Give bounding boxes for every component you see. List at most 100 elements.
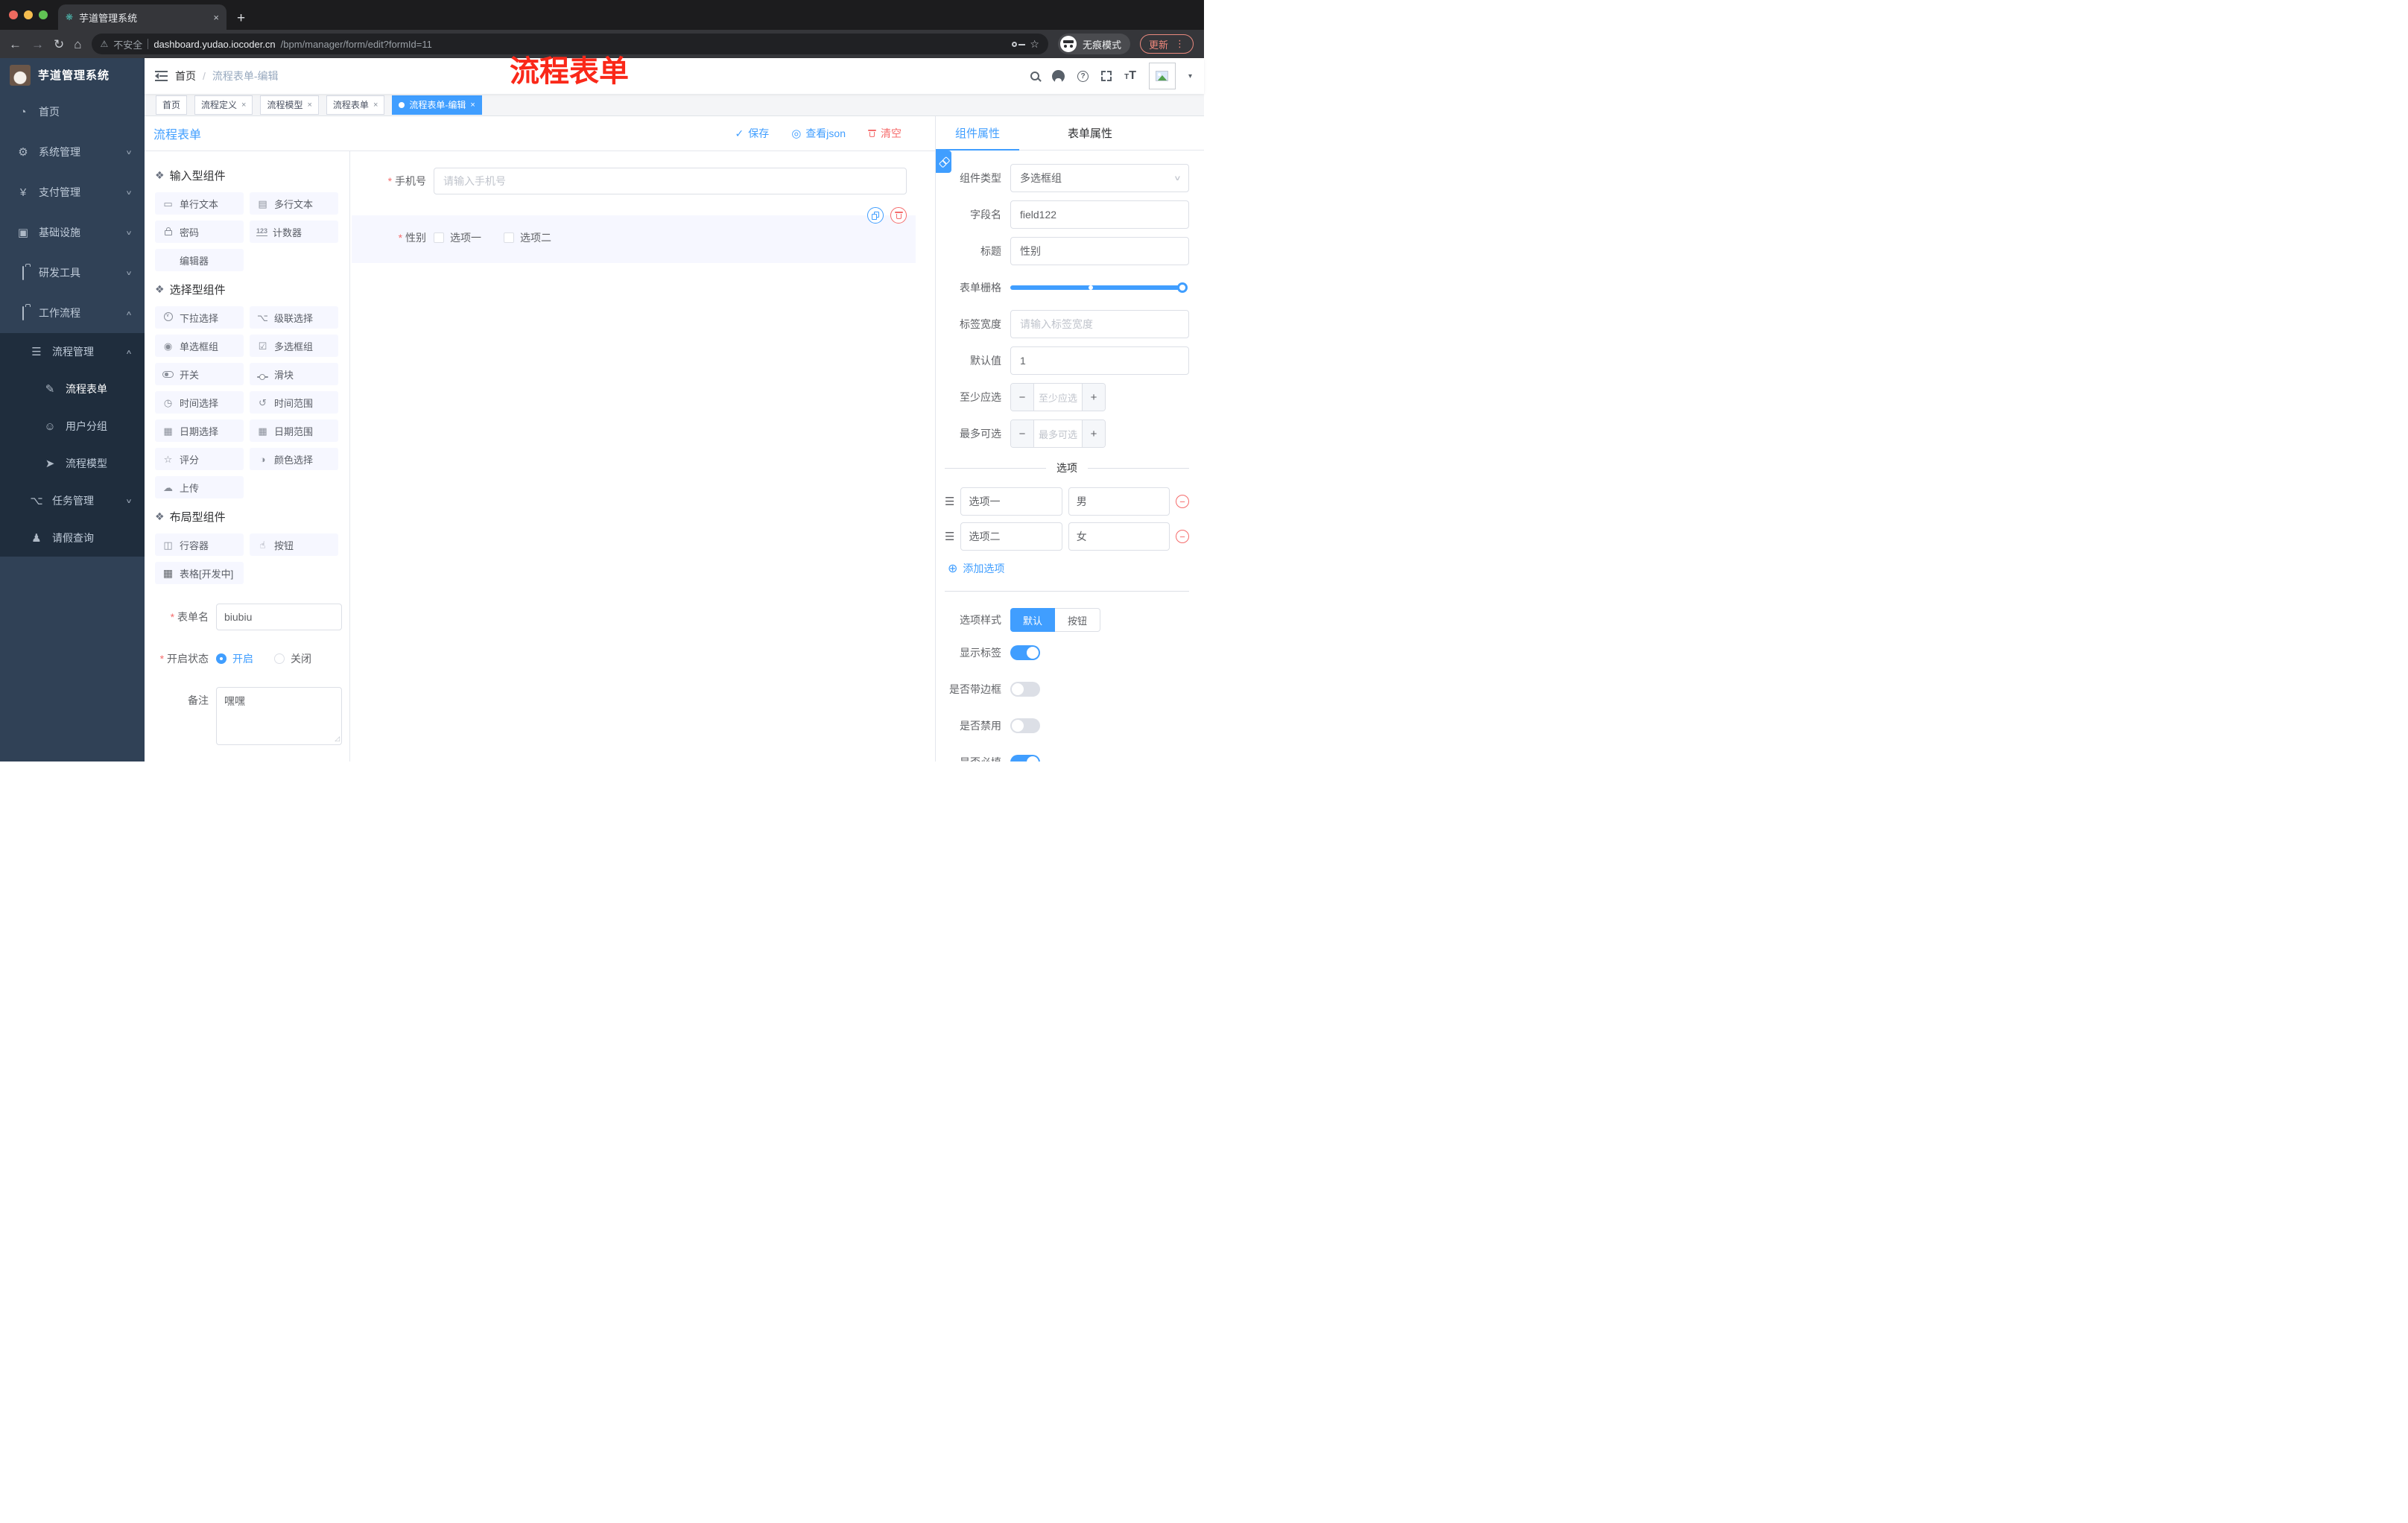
tag-process-form[interactable]: 流程表单 × xyxy=(326,95,385,115)
component-item-checkbox-group[interactable]: ☑ 多选框组 xyxy=(250,335,338,357)
search-icon[interactable] xyxy=(1030,72,1040,80)
sidebar-item-infra[interactable]: ▣ 基础设施 ∨ xyxy=(0,212,145,253)
style-default-button[interactable]: 默认 xyxy=(1010,608,1056,632)
close-icon[interactable]: × xyxy=(307,101,311,110)
form-name-input[interactable] xyxy=(216,604,342,630)
component-item-counter[interactable]: 123 计数器 xyxy=(250,221,338,243)
title-input[interactable] xyxy=(1010,237,1189,265)
option-value-input[interactable] xyxy=(1068,487,1170,516)
phone-field-input[interactable] xyxy=(434,168,907,194)
drag-handle-icon[interactable]: ☰ xyxy=(945,530,954,543)
radio-on-icon[interactable] xyxy=(216,653,226,664)
fullscreen-icon[interactable] xyxy=(1101,71,1112,81)
url-bar[interactable]: ⚠ 不安全 dashboard.yudao.iocoder.cn/bpm/man… xyxy=(91,34,1048,54)
tab-component-props[interactable]: 组件属性 xyxy=(936,116,1019,150)
option-label-input[interactable] xyxy=(960,487,1062,516)
github-icon[interactable] xyxy=(1052,69,1065,83)
component-item-rate[interactable]: ☆ 评分 xyxy=(155,448,244,470)
status-off-option[interactable]: 关闭 xyxy=(291,645,311,672)
component-item-upload[interactable]: ☁ 上传 xyxy=(155,476,244,498)
component-item-multi-text[interactable]: ▤ 多行文本 xyxy=(250,192,338,215)
label-width-input[interactable] xyxy=(1010,310,1189,338)
canvas-field-phone[interactable]: 手机号 xyxy=(373,168,907,194)
increase-button[interactable]: + xyxy=(1082,420,1105,447)
tag-process-model[interactable]: 流程模型 × xyxy=(260,95,319,115)
sidebar-item-workflow[interactable]: 工作流程 ∧ xyxy=(0,293,145,333)
close-tab-icon[interactable]: × xyxy=(213,12,219,23)
home-icon[interactable]: ⌂ xyxy=(74,38,81,51)
checkbox-option1[interactable] xyxy=(434,232,444,243)
component-item-single-text[interactable]: ▭ 单行文本 xyxy=(155,192,244,215)
option-value-input[interactable] xyxy=(1068,522,1170,551)
disabled-toggle[interactable] xyxy=(1010,718,1040,733)
canvas-field-gender-selected[interactable]: 性别 选项一 选项二 xyxy=(352,207,916,263)
form-canvas[interactable]: 手机号 性别 选项一 xyxy=(350,151,935,762)
sidebar-item-devtools[interactable]: 研发工具 ∨ xyxy=(0,253,145,293)
sidebar-item-payment[interactable]: ¥ 支付管理 ∨ xyxy=(0,172,145,212)
component-item-row-container[interactable]: ◫ 行容器 xyxy=(155,533,244,556)
component-item-table[interactable]: ▦ 表格[开发中] xyxy=(155,562,244,584)
browser-menu-icon[interactable]: ⋮ xyxy=(1175,38,1185,50)
show-label-toggle[interactable] xyxy=(1010,645,1040,660)
close-window-button[interactable] xyxy=(9,10,18,19)
window-controls[interactable] xyxy=(0,0,58,30)
min-checked-placeholder[interactable]: 至少应选 xyxy=(1034,384,1082,411)
tag-process-form-edit[interactable]: 流程表单-编辑 × xyxy=(392,95,482,115)
browser-tab[interactable]: ❋ 芋道管理系统 × xyxy=(58,4,226,30)
component-item-cascader[interactable]: ⌥ 级联选择 xyxy=(250,306,338,329)
remove-option-button[interactable]: − xyxy=(1176,495,1190,508)
add-option-button[interactable]: ⊕ 添加选项 xyxy=(948,561,1189,576)
close-icon[interactable]: × xyxy=(373,101,378,110)
avatar[interactable] xyxy=(1148,63,1176,89)
component-item-switch[interactable]: 开关 xyxy=(155,363,244,385)
clear-button[interactable]: 清空 xyxy=(868,126,902,141)
tag-home[interactable]: 首页 xyxy=(156,95,188,115)
checkbox-option2-label[interactable]: 选项二 xyxy=(520,230,551,245)
max-checked-placeholder[interactable]: 最多可选 xyxy=(1034,420,1082,447)
minimize-window-button[interactable] xyxy=(24,10,33,19)
help-icon[interactable]: ? xyxy=(1077,70,1089,82)
increase-button[interactable]: + xyxy=(1082,384,1105,411)
checkbox-option2[interactable] xyxy=(504,232,514,243)
field-name-input[interactable] xyxy=(1010,200,1189,229)
component-item-select[interactable]: 下拉选择 xyxy=(155,306,244,329)
breadcrumb-home[interactable]: 首页 xyxy=(175,69,196,83)
drag-handle-icon[interactable]: ☰ xyxy=(945,495,954,508)
default-value-input[interactable] xyxy=(1010,346,1189,375)
decrease-button[interactable]: − xyxy=(1011,420,1034,447)
new-tab-button[interactable]: + xyxy=(237,10,245,27)
forward-icon[interactable]: → xyxy=(31,38,44,51)
password-key-icon[interactable] xyxy=(1012,41,1026,47)
close-icon[interactable]: × xyxy=(470,101,475,110)
link-drawer-handle[interactable] xyxy=(936,151,951,173)
border-toggle[interactable] xyxy=(1010,682,1040,697)
delete-component-button[interactable] xyxy=(890,207,907,224)
zoom-window-button[interactable] xyxy=(39,10,48,19)
sidebar-item-process-mgmt[interactable]: ☰ 流程管理 ∧ xyxy=(0,333,145,370)
reload-icon[interactable]: ↻ xyxy=(54,38,64,51)
component-type-select[interactable] xyxy=(1010,164,1189,192)
back-icon[interactable]: ← xyxy=(9,38,22,51)
remark-textarea[interactable]: 嘿嘿 xyxy=(216,687,342,745)
component-item-password[interactable]: 密码 xyxy=(155,221,244,243)
security-label[interactable]: 不安全 xyxy=(113,37,142,51)
update-label[interactable]: 更新 xyxy=(1149,37,1168,51)
avatar-caret-icon[interactable]: ▾ xyxy=(1188,72,1192,80)
component-item-editor[interactable]: 编辑器 xyxy=(155,249,244,271)
sidebar-item-user-group[interactable]: ☺ 用户分组 xyxy=(0,408,145,445)
component-item-date-picker[interactable]: ▦ 日期选择 xyxy=(155,419,244,442)
sidebar-item-process-model[interactable]: ➤ 流程模型 xyxy=(0,445,145,482)
tag-process-definition[interactable]: 流程定义 × xyxy=(194,95,253,115)
option-label-input[interactable] xyxy=(960,522,1062,551)
sidebar-item-home[interactable]: ◔ 首页 xyxy=(0,92,145,132)
save-button[interactable]: ✓ 保存 xyxy=(735,126,769,141)
sidebar-item-system[interactable]: ⚙ 系统管理 ∨ xyxy=(0,132,145,172)
grid-slider[interactable] xyxy=(1010,282,1188,293)
component-item-time-range[interactable]: ↺ 时间范围 xyxy=(250,391,338,414)
style-button-button[interactable]: 按钮 xyxy=(1055,608,1101,632)
component-item-radio-group[interactable]: ◉ 单选框组 xyxy=(155,335,244,357)
component-item-date-range[interactable]: ▦ 日期范围 xyxy=(250,419,338,442)
slider-handle[interactable] xyxy=(1177,282,1188,293)
close-icon[interactable]: × xyxy=(241,101,246,110)
checkbox-option1-label[interactable]: 选项一 xyxy=(450,230,481,245)
